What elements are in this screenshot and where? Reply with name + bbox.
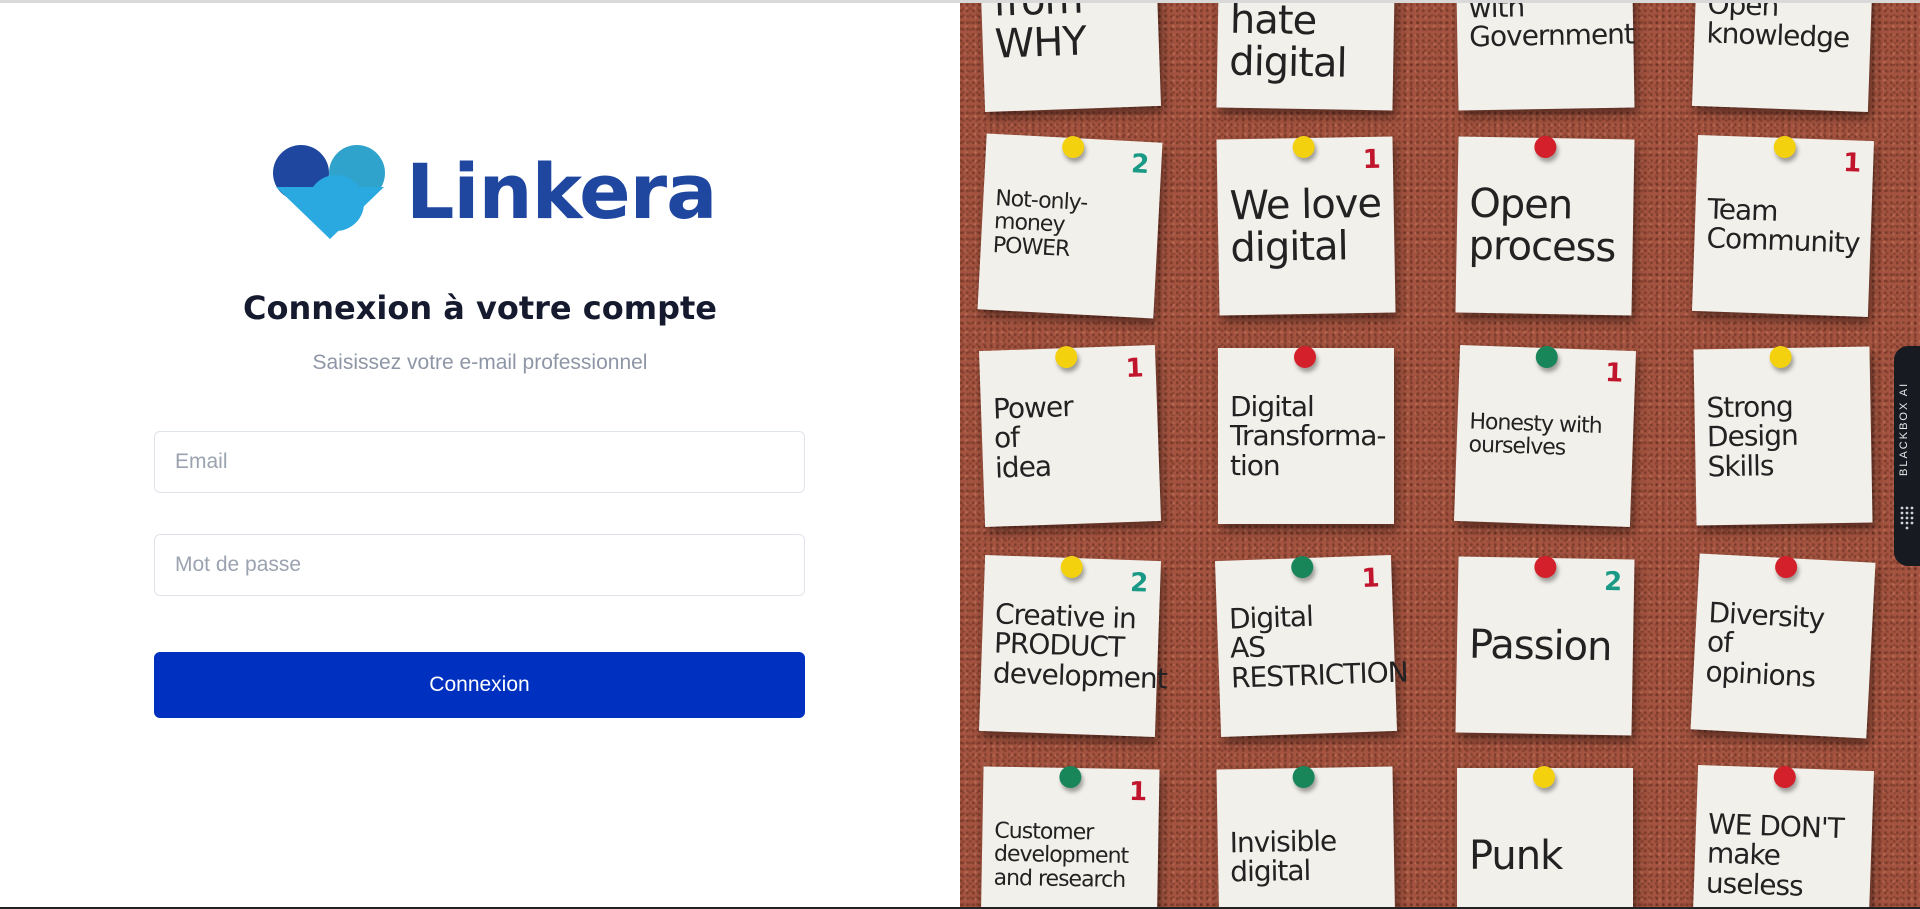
sticky-note-number: 1	[1361, 563, 1381, 595]
push-pin-icon	[1773, 135, 1797, 159]
push-pin-icon	[1774, 555, 1798, 579]
sticky-note-number: 1	[1604, 358, 1624, 389]
sticky-note-number: 2	[1603, 567, 1623, 598]
sticky-note: We hate digital	[1216, 3, 1396, 111]
push-pin-icon	[1534, 135, 1557, 159]
sticky-note: 2 Creative in PRODUCT development	[978, 554, 1168, 738]
sticky-note-number: 2	[1129, 568, 1149, 599]
sticky-note-text: Passion	[1468, 621, 1612, 671]
sticky-note-text: from WHY	[993, 3, 1087, 68]
heart-logo-icon	[273, 145, 385, 239]
push-pin-icon	[1292, 135, 1315, 159]
brand-logo: Linkera	[272, 145, 717, 239]
sticky-note: Open process	[1455, 135, 1635, 316]
login-panel: Linkera Connexion à votre compte Saisiss…	[0, 3, 960, 907]
sticky-note-text: Power of idea	[992, 389, 1074, 485]
sticky-note-text: Digital Transforma- tion	[1230, 389, 1387, 482]
push-pin-icon	[1054, 345, 1078, 369]
sticky-note-number: 1	[1842, 148, 1862, 179]
page-subtitle: Saisissez votre e-mail professionnel	[312, 351, 648, 374]
password-field[interactable]	[154, 534, 805, 596]
sticky-note-number: 1	[1125, 353, 1145, 385]
sticky-note: from WHY	[978, 3, 1162, 113]
push-pin-icon	[1534, 555, 1557, 579]
page-title: Connexion à votre compte	[243, 289, 717, 327]
sticky-note: 1 Digital AS RESTRICTION	[1214, 554, 1409, 738]
sticky-note-text: Creative in PRODUCT development	[992, 597, 1168, 696]
sticky-note: Diversity of opinions	[1690, 553, 1876, 739]
sticky-note-text: Honesty with ourselves	[1468, 409, 1603, 461]
push-pin-icon	[1535, 345, 1559, 369]
push-pin-icon	[1290, 555, 1314, 579]
sticky-note: Strong Design Skills	[1693, 345, 1873, 526]
blackbox-ai-side-tab[interactable]: BLACKBOX AI	[1894, 346, 1920, 566]
push-pin-icon	[1769, 345, 1792, 369]
sticky-note: Digital Transforma- tion	[1218, 346, 1394, 524]
email-field[interactable]	[154, 431, 805, 493]
push-pin-icon	[1060, 555, 1084, 579]
sticky-note: 1 Team Community	[1691, 134, 1875, 318]
sticky-note-text: Not-only-money POWER	[992, 186, 1088, 262]
sticky-note: 1 We love digital	[1216, 135, 1396, 316]
push-pin-icon	[1292, 765, 1315, 789]
sticky-note-text: Open knowledge	[1705, 3, 1850, 55]
sticky-note-text: Diversity of opinions	[1704, 595, 1825, 694]
sticky-note-text: Strong Design Skills	[1706, 389, 1798, 484]
push-pin-icon	[1773, 765, 1797, 789]
sticky-note-number: 2	[1130, 149, 1151, 181]
sticky-note-text: We love digital	[1229, 180, 1382, 272]
sticky-note-text: Invisible digital	[1229, 824, 1337, 889]
sticky-note: Open knowledge	[1691, 3, 1875, 113]
side-tab-label: BLACKBOX AI	[1898, 381, 1910, 477]
sticky-note: 2 Not-only-money POWER	[977, 133, 1163, 319]
sticky-note-text: Punk	[1469, 833, 1563, 879]
sticky-note: 1 Honesty with ourselves	[1453, 344, 1637, 528]
sticky-note-text: Customer development and research	[993, 819, 1129, 893]
login-button[interactable]: Connexion	[154, 652, 805, 718]
sticky-note: 1 Customer development and research	[980, 765, 1160, 907]
sticky-note: Invisible digital	[1216, 765, 1396, 907]
sticky-note: with Government	[1455, 3, 1635, 111]
sticky-note-number: 1	[1128, 777, 1148, 808]
sticky-note-text: WE DON'T make useless	[1705, 807, 1845, 903]
sticky-note: WE DON'T make useless	[1691, 764, 1875, 907]
sticky-note: 2 Passion	[1455, 555, 1635, 736]
sticky-note: 1 Power of idea	[978, 344, 1162, 528]
sticky-note: Punk	[1457, 766, 1633, 907]
sticky-note-number: 1	[1362, 144, 1382, 175]
blackbox-logo-icon	[1900, 506, 1914, 530]
push-pin-icon	[1533, 766, 1555, 788]
sticky-note-text: Digital AS RESTRICTION	[1228, 599, 1409, 695]
sticky-note-text: Team Community	[1705, 191, 1861, 260]
push-pin-icon	[1061, 135, 1085, 159]
push-pin-icon	[1294, 346, 1316, 368]
brand-name: Linkera	[406, 147, 717, 236]
sticky-note-text: We hate digital	[1228, 3, 1347, 87]
sticky-note-text: Open process	[1468, 180, 1616, 272]
sticky-note-text: with Government	[1468, 3, 1635, 54]
sticky-notes-photo: from WHY We hate digital with Government Op…	[960, 3, 1920, 907]
push-pin-icon	[1059, 765, 1082, 789]
